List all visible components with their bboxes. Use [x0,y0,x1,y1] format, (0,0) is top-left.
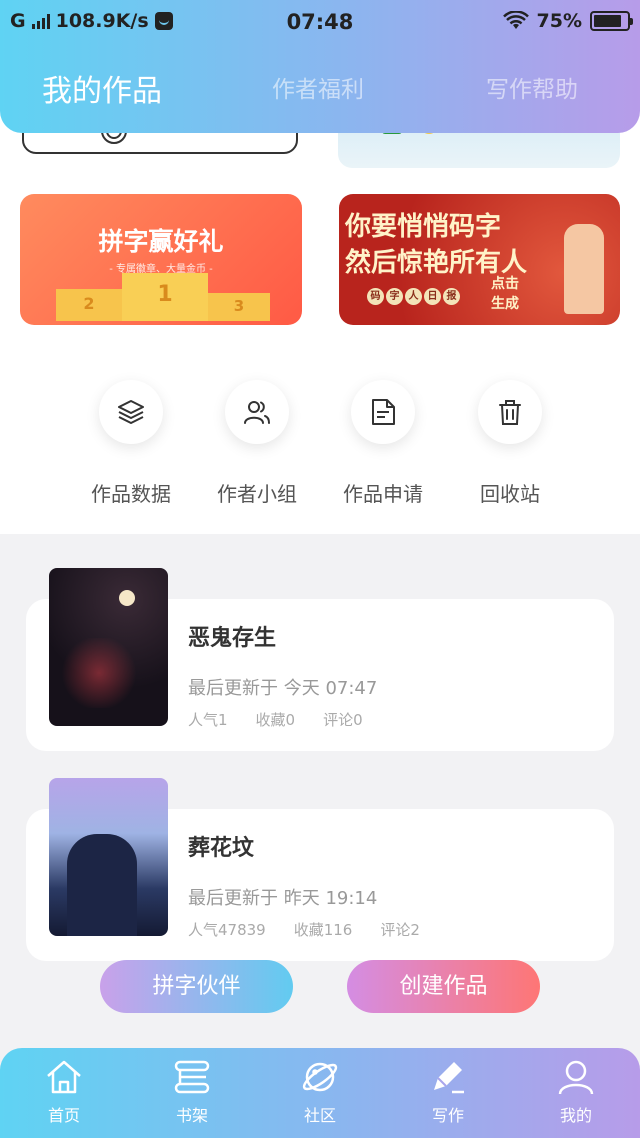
document-icon [372,399,395,425]
nav-label: 写作 [431,1106,464,1125]
work-stats: 人气47839 收藏116 评论2 [188,919,448,940]
nav-label: 社区 [303,1106,336,1125]
work-cover-image[interactable] [49,778,168,936]
home-icon [47,1060,81,1094]
work-stats: 人气1 收藏0 评论0 [188,709,391,730]
work-popularity: 人气1 [188,711,228,729]
podium-second: 2 [56,289,122,321]
work-cover-image[interactable] [49,568,168,726]
profile-icon [558,1060,594,1095]
quick-action-label: 作品数据 [91,482,171,506]
write-icon [434,1062,464,1094]
work-updated: 最后更新于 今天 07:47 [188,678,378,699]
trash-icon [499,400,521,425]
report-tag: 字 [386,288,403,305]
contest-title: 拼字赢好礼 [98,227,224,256]
quick-action-label: 作品申请 [343,482,423,506]
report-cta: 点击生成 [491,276,519,312]
group-icon [244,401,270,424]
work-comments: 评论2 [380,921,420,939]
quick-action-recycle-bin[interactable]: 回收站 [445,380,575,507]
nav-home[interactable]: 首页 [14,1058,114,1126]
report-tag: 人 [405,288,422,305]
banner-typing-report[interactable]: 你要悄悄码字 然后惊艳所有人 码 字 人 日 报 点击生成 [339,194,620,325]
banner-grid: 拼字赢好礼 - 专属徽章、大量金币 - 2 1 3 你要悄悄码字 然后惊艳所有人… [0,110,640,326]
tab-writing-help[interactable]: 写作帮助 [486,70,578,104]
wifi-icon [502,11,529,29]
work-comments: 评论0 [323,711,363,729]
work-updated: 最后更新于 昨天 19:14 [188,888,378,909]
nav-bookshelf[interactable]: 书架 [142,1058,242,1126]
work-favorites: 收藏0 [255,711,296,729]
work-popularity: 人气47839 [188,921,266,939]
nav-profile[interactable]: 我的 [526,1058,626,1126]
nav-label: 首页 [47,1106,80,1125]
report-tag: 码 [367,288,384,305]
quick-action-label: 作者小组 [217,482,297,506]
quick-actions: 作品数据 作者小组 作品申请 回收站 [0,326,640,534]
planet-icon [302,1062,338,1092]
report-tag-row: 码 字 人 日 报 [367,288,460,305]
podium-first: 1 [122,273,208,321]
report-headline-1: 你要悄悄码字 [345,212,502,242]
quick-action-work-data[interactable]: 作品数据 [66,380,196,507]
cover-figure [67,834,137,936]
battery-percent: 75% [536,10,582,32]
tab-my-works[interactable]: 我的作品 [42,66,162,110]
report-tag: 日 [424,288,441,305]
nav-community[interactable]: 社区 [270,1058,370,1126]
nav-label: 书架 [175,1106,208,1125]
bookshelf-icon [174,1060,210,1094]
work-title[interactable]: 恶鬼存生 [188,620,276,652]
quick-action-work-apply[interactable]: 作品申请 [318,380,448,507]
header: G 108.9K/s 07:48 75% 我的作品 作者福利 写作帮助 [0,0,640,133]
header-tabs: 我的作品 作者福利 写作帮助 [0,70,640,114]
cover-moon [119,590,135,606]
cover-glow [59,638,139,708]
fist-illustration [564,224,604,314]
quick-action-author-group[interactable]: 作者小组 [192,380,322,507]
nav-label: 我的 [559,1106,592,1125]
quick-action-label: 回收站 [480,482,540,506]
tab-author-benefits[interactable]: 作者福利 [272,70,364,104]
battery-icon [590,11,633,31]
create-work-button[interactable]: 创建作品 [347,960,540,1013]
layers-icon [118,400,144,424]
bottom-nav: 首页 书架 社区 写作 我的 [0,1048,640,1138]
work-favorites: 收藏116 [293,921,353,939]
report-tag: 报 [443,288,460,305]
banner-typing-contest[interactable]: 拼字赢好礼 - 专属徽章、大量金币 - 2 1 3 [20,194,302,325]
status-bar: G 108.9K/s 07:48 75% [0,8,640,36]
podium-third: 3 [208,293,270,321]
work-title[interactable]: 葬花坟 [188,830,254,862]
typing-partner-button[interactable]: 拼字伙伴 [100,960,293,1013]
nav-write[interactable]: 写作 [398,1058,498,1126]
